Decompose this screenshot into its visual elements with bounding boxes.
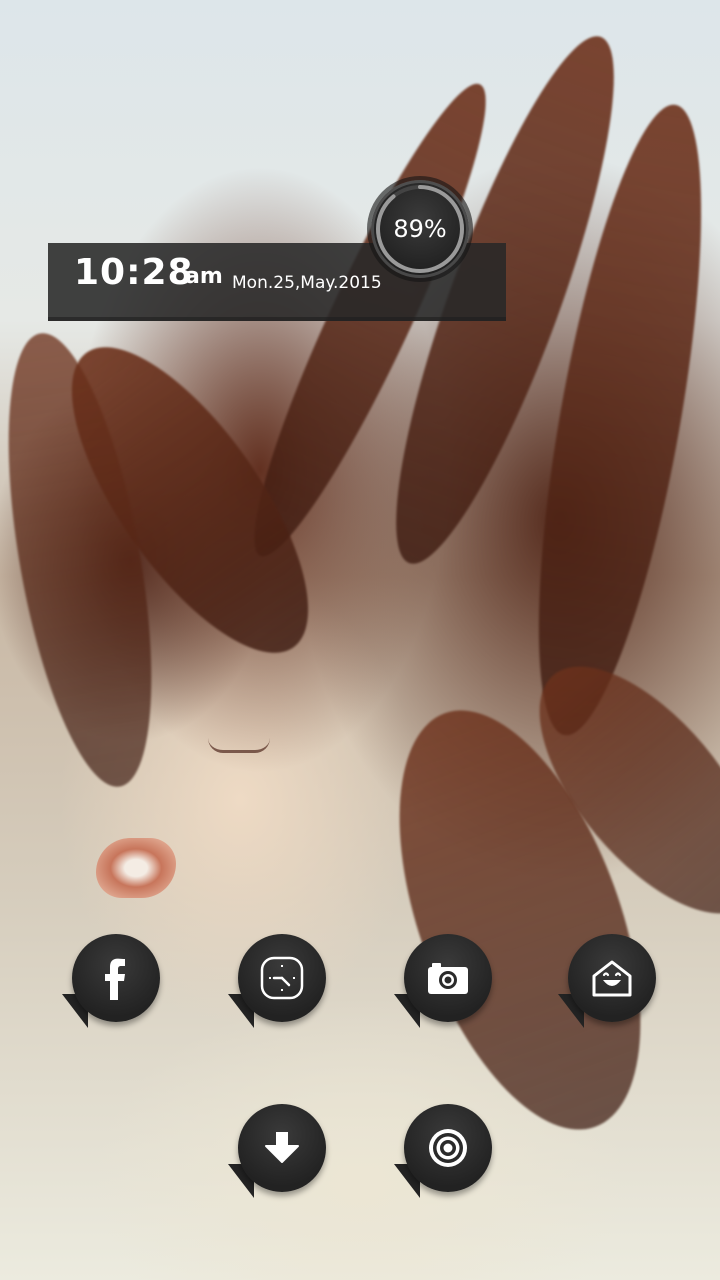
clock-app-icon: [260, 956, 304, 1000]
camera-icon: [428, 963, 468, 994]
clock-ampm: am: [185, 264, 223, 289]
clock-app[interactable]: [228, 934, 334, 1034]
home-app[interactable]: [558, 934, 664, 1034]
camera-app[interactable]: [394, 934, 500, 1034]
clock-time: 10:28: [74, 252, 194, 293]
face-mouth: [96, 838, 176, 898]
battery-indicator: 89%: [371, 180, 469, 278]
home-smile-icon: [592, 960, 632, 997]
music-disc-icon: [429, 1129, 467, 1167]
facebook-app[interactable]: [62, 934, 168, 1034]
download-app[interactable]: [228, 1104, 334, 1204]
face-eye: [208, 738, 270, 753]
music-app[interactable]: [394, 1104, 500, 1204]
facebook-icon: [105, 958, 125, 1000]
download-icon: [265, 1132, 299, 1163]
wallpaper: [0, 0, 720, 1280]
battery-percent: 89%: [393, 215, 447, 243]
clock-date: Mon.25,May.2015: [232, 273, 382, 293]
